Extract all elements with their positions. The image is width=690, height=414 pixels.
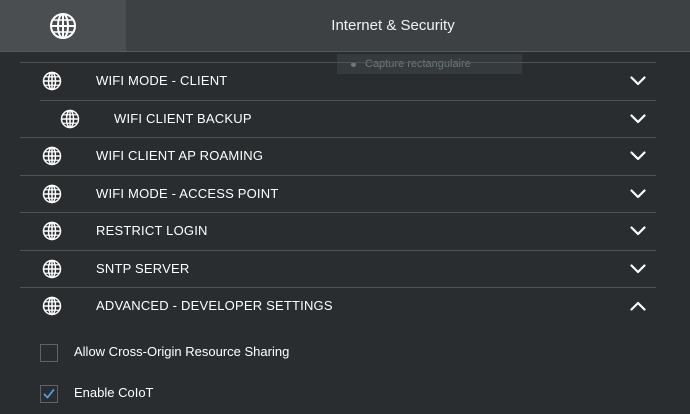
checkmark-icon: [43, 389, 55, 399]
section-label: WIFI CLIENT AP ROAMING: [96, 148, 264, 163]
section-wifi-client-ap-roaming[interactable]: WIFI CLIENT AP ROAMING: [20, 137, 656, 175]
settings-list: WIFI MODE - CLIENT WIFI CLIENT BACKUP WI: [20, 62, 656, 325]
chevron-down-icon[interactable]: [630, 226, 646, 236]
section-sntp-server[interactable]: SNTP SERVER: [20, 249, 656, 288]
option-label: Enable CoIoT: [74, 385, 154, 400]
section-label: ADVANCED - DEVELOPER SETTINGS: [96, 298, 333, 313]
section-label: RESTRICT LOGIN: [96, 223, 208, 238]
section-wifi-mode-access-point[interactable]: WIFI MODE - ACCESS POINT: [20, 174, 656, 213]
chevron-down-icon[interactable]: [630, 264, 646, 274]
globe-icon: [42, 222, 62, 241]
section-label: SNTP SERVER: [96, 260, 190, 276]
coiot-checkbox[interactable]: [40, 385, 58, 403]
globe-icon: [42, 259, 62, 278]
section-advanced-developer-settings[interactable]: ADVANCED - DEVELOPER SETTINGS: [20, 287, 656, 325]
globe-icon: [42, 297, 62, 316]
chevron-down-icon[interactable]: [630, 189, 646, 199]
page-title: Internet & Security: [331, 17, 455, 34]
section-label: WIFI CLIENT BACKUP: [114, 110, 252, 126]
app-header: Internet & Security: [0, 0, 690, 52]
option-cors[interactable]: Allow Cross-Origin Resource Sharing: [40, 332, 640, 373]
section-label: WIFI MODE - CLIENT: [96, 73, 228, 88]
option-coiot[interactable]: Enable CoIoT: [40, 373, 640, 414]
advanced-options: Allow Cross-Origin Resource Sharing Enab…: [40, 332, 640, 414]
section-label: WIFI MODE - ACCESS POINT: [96, 185, 279, 201]
chevron-up-icon[interactable]: [630, 301, 646, 311]
chevron-down-icon[interactable]: [630, 114, 646, 124]
header-icon-button[interactable]: [0, 0, 126, 51]
section-restrict-login[interactable]: RESTRICT LOGIN: [20, 212, 656, 250]
chevron-down-icon[interactable]: [630, 151, 646, 161]
section-wifi-client-backup[interactable]: WIFI CLIENT BACKUP: [40, 99, 656, 138]
globe-icon: [60, 109, 80, 128]
section-wifi-mode-client[interactable]: WIFI MODE - CLIENT: [20, 62, 656, 100]
chevron-down-icon[interactable]: [630, 76, 646, 86]
globe-icon: [42, 184, 62, 203]
option-label: Allow Cross-Origin Resource Sharing: [74, 344, 290, 359]
globe-icon: [42, 147, 62, 166]
globe-icon: [42, 72, 62, 91]
cors-checkbox[interactable]: [40, 344, 58, 362]
globe-icon: [50, 12, 76, 39]
